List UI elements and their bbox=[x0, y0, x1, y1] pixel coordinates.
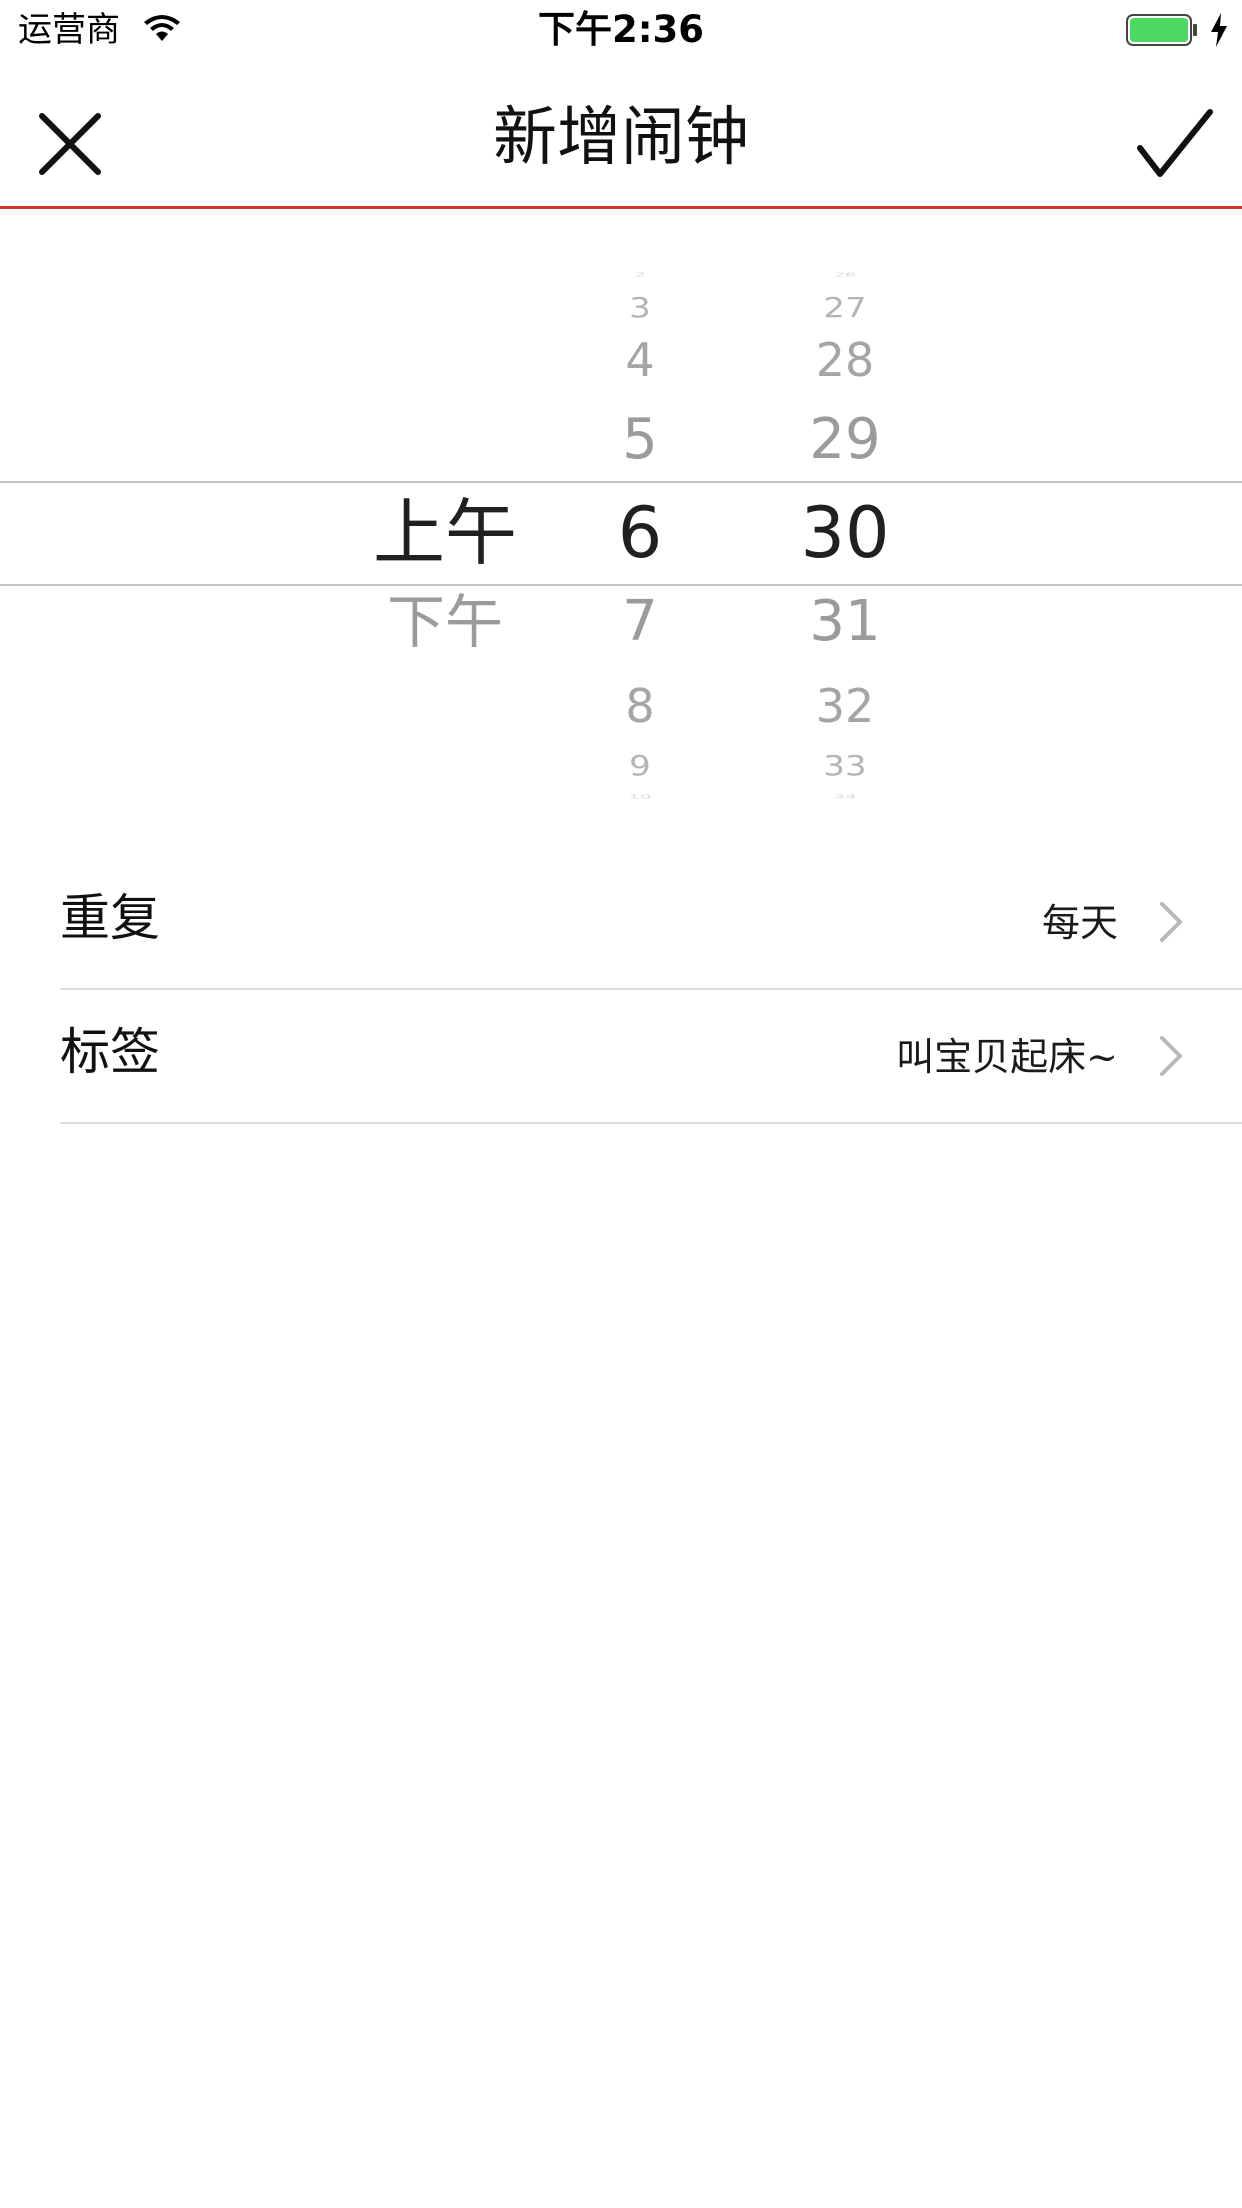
minute-option[interactable]: 31 bbox=[770, 586, 920, 658]
minute-column[interactable]: 26 27 28 29 30 31 32 33 34 bbox=[770, 262, 920, 802]
minute-option[interactable]: 28 bbox=[770, 330, 920, 390]
settings-list: 重复 每天 标签 叫宝贝起床~ bbox=[0, 856, 1242, 1124]
status-bar: 运营商 下午2:36 bbox=[0, 0, 1242, 60]
minute-selected[interactable]: 30 bbox=[770, 488, 920, 578]
ampm-selected[interactable]: 上午 bbox=[360, 488, 530, 578]
tag-value: 叫宝贝起床~ bbox=[896, 1035, 1118, 1079]
hour-option[interactable]: 2 bbox=[580, 272, 700, 277]
hour-selected[interactable]: 6 bbox=[580, 488, 700, 578]
minute-option[interactable]: 32 bbox=[770, 676, 920, 736]
page-title: 新增闹钟 bbox=[493, 101, 749, 175]
label-row[interactable]: 标签 叫宝贝起床~ bbox=[60, 990, 1242, 1124]
ampm-column[interactable]: 上午 下午 bbox=[360, 262, 530, 802]
navigation-bar: 新增闹钟 bbox=[0, 60, 1242, 209]
repeat-label: 重复 bbox=[60, 889, 160, 947]
checkmark-icon[interactable] bbox=[1132, 104, 1218, 184]
hour-option[interactable]: 5 bbox=[580, 404, 700, 476]
hour-option[interactable]: 7 bbox=[580, 586, 700, 658]
time-picker[interactable]: 上午 下午 2 3 4 5 6 7 8 9 10 26 27 28 29 30 … bbox=[0, 262, 1242, 802]
repeat-value: 每天 bbox=[1041, 901, 1118, 945]
minute-option[interactable]: 27 bbox=[770, 290, 920, 325]
hour-option[interactable]: 10 bbox=[580, 794, 700, 799]
chevron-right-icon bbox=[1160, 902, 1182, 942]
hour-option[interactable]: 3 bbox=[580, 290, 700, 325]
hour-option[interactable]: 4 bbox=[580, 330, 700, 390]
minute-option[interactable]: 34 bbox=[770, 794, 920, 799]
hour-column[interactable]: 2 3 4 5 6 7 8 9 10 bbox=[580, 262, 700, 802]
tag-label: 标签 bbox=[60, 1023, 160, 1081]
minute-option[interactable]: 26 bbox=[770, 272, 920, 277]
battery-icon bbox=[1126, 14, 1197, 46]
repeat-row[interactable]: 重复 每天 bbox=[60, 856, 1242, 990]
minute-option[interactable]: 29 bbox=[770, 404, 920, 476]
hour-option[interactable]: 8 bbox=[580, 676, 700, 736]
chevron-right-icon bbox=[1160, 1036, 1182, 1076]
minute-option[interactable]: 33 bbox=[770, 748, 920, 783]
status-time: 下午2:36 bbox=[537, 8, 705, 51]
hour-option[interactable]: 9 bbox=[580, 748, 700, 783]
charging-bolt-icon bbox=[1211, 13, 1227, 47]
ampm-option[interactable]: 下午 bbox=[360, 586, 530, 658]
